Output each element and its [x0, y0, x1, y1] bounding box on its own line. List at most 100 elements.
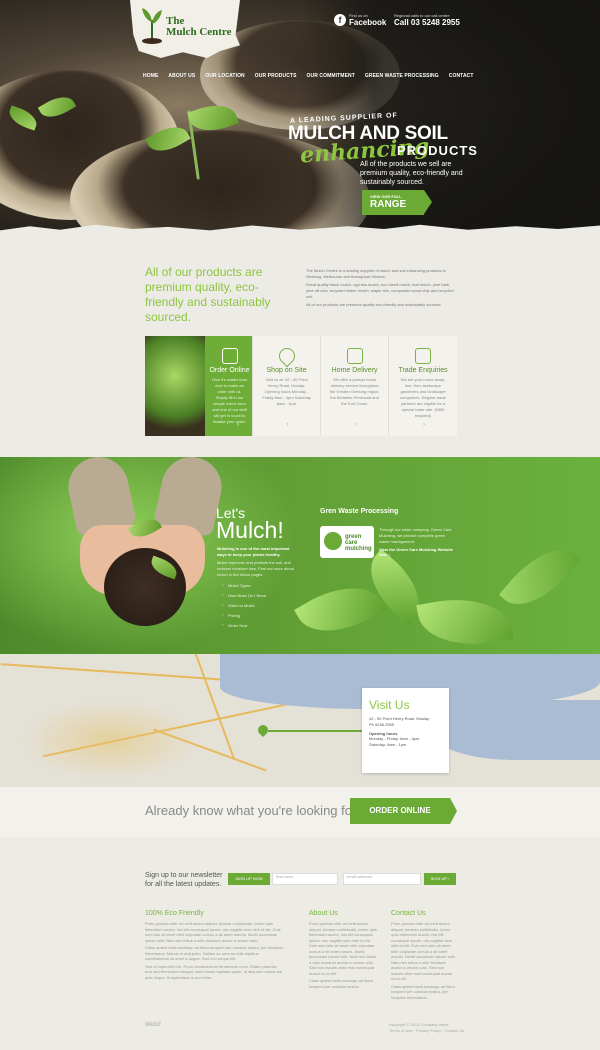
green-waste-heading: Gren Waste Processing [320, 508, 399, 515]
intro-paragraph: The Mulch Centre is a leading supplier o… [306, 268, 446, 279]
feature-title: Home Delivery [331, 367, 378, 374]
signup-button[interactable]: SIGN UP › [424, 873, 456, 885]
first-name-input[interactable]: first name [272, 873, 338, 885]
footer-heading: 100% Eco Friendly [145, 910, 204, 917]
map-water [430, 700, 600, 760]
feature-tiles: Order Online How it's easier than ever t… [145, 336, 457, 436]
feature-text: We offer a prompt home delivery service … [329, 377, 380, 406]
arrow-shape[interactable] [450, 798, 457, 824]
visit-hours: Monday - Friday: 8am - 4pm Saturday: 8am… [369, 736, 442, 748]
map-icon [346, 348, 363, 364]
leaf-image [498, 533, 582, 621]
view-range-button[interactable]: VIEW OUR FULL RANGE [362, 190, 432, 215]
nav-about-us[interactable]: ABOUT US [168, 73, 195, 79]
logo-text[interactable]: Mulch Centre [166, 26, 232, 38]
newsletter-label: SIGN UP NOW [228, 873, 270, 885]
feature-trade-enquiries[interactable]: Trade Enquiries We are your home-away-li… [389, 336, 457, 436]
footer-copyright: copyright © 2013 Company name Terms of U… [389, 1022, 464, 1034]
hero-banner [0, 0, 600, 232]
feature-home-delivery[interactable]: Home Delivery We offer a prompt home del… [321, 336, 390, 436]
visit-phone[interactable]: Ph 5248 2955 [369, 722, 442, 727]
mulch-desc-bold: Mulching is one of the most important wa… [217, 546, 290, 557]
chevron-right-icon[interactable]: › [423, 422, 425, 428]
mulch-link-how-much[interactable]: How Much Do I Need [222, 592, 266, 598]
mulch-link-types[interactable]: Mulch Types [222, 582, 266, 588]
intro-paragraph: Great quality black mulch, cypress mulch… [306, 282, 454, 299]
hours-line: Saturday: 8am - 1pm [369, 742, 407, 747]
chevron-right-icon[interactable]: › [355, 422, 357, 428]
footer [0, 837, 600, 1050]
footer-logo[interactable]: Web3 [145, 1022, 161, 1028]
newsletter-line: Sign up to our newsletter [145, 872, 223, 879]
cart-icon [221, 348, 238, 364]
green-care-link[interactable]: View the Green Care Mulching Website her… [379, 547, 454, 557]
order-online-button[interactable]: ORDER ONLINE [350, 798, 450, 824]
view-range-label: RANGE [370, 199, 407, 210]
nav-our-commitment[interactable]: OUR COMMITMENT [307, 73, 355, 79]
feature-text: How it's easier than ever to make an ord… [212, 377, 247, 424]
mulch-link-order[interactable]: Order Now [222, 622, 266, 628]
visit-card: Visit Us 42 - 50 Point Henry Road, Moola… [362, 688, 449, 773]
green-waste-description: Through our sister company, Green Care M… [379, 527, 452, 544]
footer-text: Proin gravida nibh vel velit auctor aliq… [391, 921, 456, 981]
mulch-link-when[interactable]: When to Mulch [222, 602, 266, 608]
feature-title: Shop on Site [266, 367, 307, 374]
plant-photo [145, 336, 205, 436]
sprout-icon [324, 532, 342, 550]
footer-heading: About Us [309, 910, 338, 917]
map-connector [268, 730, 362, 732]
newsletter-line: for all the latest updates. [145, 881, 222, 888]
sprout-logo-icon [142, 8, 162, 44]
mulch-description: Mulching is one of the most important wa… [217, 546, 297, 578]
arrow-shape [424, 190, 432, 214]
feature-text: Visit us at: 42 - 50 Point Henry Road, M… [262, 377, 311, 406]
hero-description: All of the products we sell are premium … [360, 161, 463, 186]
order-question: Already know what you're looking for? [145, 803, 364, 818]
green-care-logo-text: green care mulching [345, 534, 372, 552]
footer-col-about: About Us Proin gravida nibh vel velit au… [309, 910, 379, 991]
email-input[interactable]: email address [343, 873, 421, 885]
hero-products: PRODUCTS [397, 143, 478, 158]
footer-text: Class aptent taciti sociosqu ad litora t… [145, 945, 283, 961]
footer-text: Sed ut imperdiet nisi. Proin condimentum… [145, 963, 283, 980]
intro-heading: All of our products are premium quality,… [145, 265, 271, 324]
mulch-link-pricing[interactable]: Pricing [222, 612, 266, 618]
map-urban-area [20, 700, 200, 780]
facebook-link[interactable]: Facebook [349, 18, 386, 27]
chevron-right-icon[interactable]: › [287, 422, 289, 428]
facebook-icon[interactable]: f [334, 14, 346, 26]
footer-text: Proin gravida nibh vel velit auctor aliq… [145, 921, 281, 943]
feature-title: Trade Enquiries [398, 367, 448, 374]
soil-handful [104, 548, 186, 626]
intro-paragraph: All of our products are premium quality … [306, 302, 442, 307]
phone-number[interactable]: Call 03 5248 2955 [394, 18, 460, 27]
id-card-icon [415, 348, 432, 364]
footer-col-contact: Contact Us Proin gravida nibh vel velit … [391, 910, 457, 1002]
nav-our-products[interactable]: OUR PRODUCTS [255, 73, 297, 79]
nav-green-waste[interactable]: GREEN WASTE PROCESSING [365, 73, 439, 79]
nav-home[interactable]: HOME [143, 73, 158, 79]
footer-heading: Contact Us [391, 910, 426, 917]
logo-word: mulching [345, 546, 372, 552]
footer-text: Class aptent taciti sociosqu ad litora t… [309, 978, 373, 989]
feature-shop-on-site[interactable]: Shop on Site Visit us at: 42 - 50 Point … [253, 336, 322, 436]
footer-links[interactable]: Terms of Use · Privacy Policy · Contact … [389, 1028, 464, 1034]
chevron-right-icon[interactable]: › [237, 422, 239, 428]
mulch-desc-text: Mulch improves and protects the soil, an… [217, 560, 294, 577]
feature-text: We are your home-away-line; from landsca… [400, 377, 446, 418]
intro-body: The Mulch Centre is a leading supplier o… [306, 268, 456, 310]
mulch-links: Mulch Types How Much Do I Need When to M… [222, 582, 266, 633]
newsletter-text: Sign up to our newsletter for all the la… [145, 871, 222, 889]
map-pin-icon [275, 344, 298, 368]
footer-col-eco: 100% Eco Friendly Proin gravida nibh vel… [145, 910, 283, 982]
feature-order-online[interactable]: Order Online How it's easier than ever t… [145, 336, 254, 436]
nav-our-location[interactable]: OUR LOCATION [205, 73, 244, 79]
visit-title: Visit Us [369, 698, 410, 712]
mulch-title: Mulch! [216, 517, 284, 543]
footer-text: Proin gravida nibh vel velit auctor aliq… [309, 921, 377, 976]
nav-contact[interactable]: CONTACT [449, 73, 474, 79]
footer-text: Class aptent taciti sociosqu ad litora t… [391, 983, 455, 1000]
leaf-image [416, 589, 514, 654]
main-nav: HOME ABOUT US OUR LOCATION OUR PRODUCTS … [143, 73, 474, 79]
feature-title: Order Online [209, 367, 250, 374]
